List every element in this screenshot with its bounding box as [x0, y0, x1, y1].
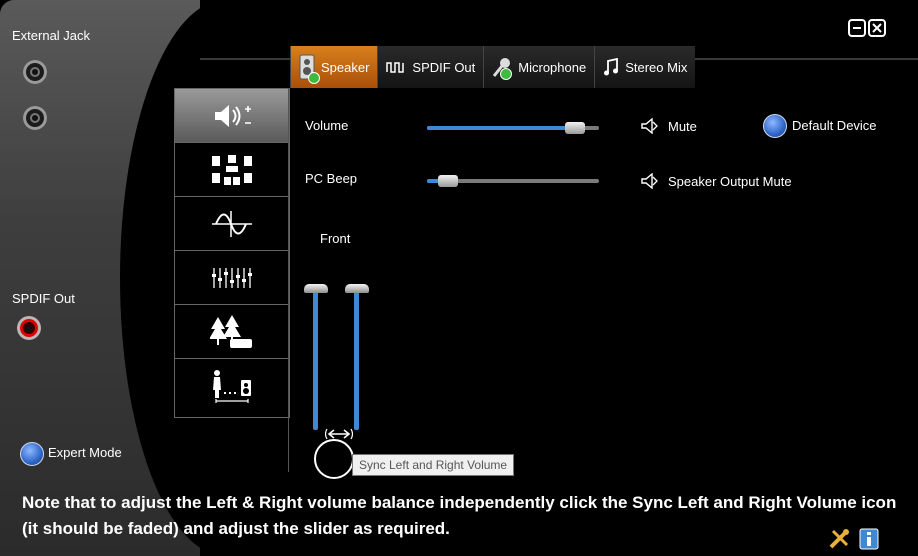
room-correction-tab[interactable]	[175, 359, 289, 413]
settings-tools-icon[interactable]	[828, 528, 850, 550]
external-jack-2[interactable]	[23, 106, 47, 130]
tab-spdif-out-label: SPDIF Out	[412, 59, 476, 75]
default-device-radio[interactable]	[763, 114, 787, 138]
front-right-slider-thumb[interactable]	[345, 284, 369, 293]
waveform-icon	[212, 210, 252, 237]
instruction-note: Note that to adjust the Left & Right vol…	[22, 493, 897, 538]
front-left-slider[interactable]	[313, 290, 318, 430]
close-button[interactable]	[868, 19, 886, 37]
speaker-output-mute-toggle[interactable]: Speaker Output Mute	[640, 173, 792, 189]
sound-effects-tab[interactable]	[175, 197, 289, 251]
volume-slider[interactable]	[427, 122, 599, 134]
expert-mode-radio[interactable]	[20, 442, 44, 466]
front-right-slider[interactable]	[354, 290, 359, 430]
front-label: Front	[320, 231, 351, 246]
speaker-mute-icon	[641, 173, 658, 189]
speaker-output-mute-label: Speaker Output Mute	[668, 173, 792, 189]
spdif-out-jack[interactable]	[17, 316, 41, 340]
audio-manager-window: External Jack SPDIF Out Expert Mode Spea…	[0, 0, 918, 556]
listener-distance-icon	[213, 370, 251, 403]
mute-toggle[interactable]: Mute	[640, 118, 697, 134]
volume-tab[interactable]	[175, 89, 289, 143]
info-icon[interactable]	[859, 528, 879, 550]
default-device-label: Default Device	[792, 118, 877, 133]
tab-microphone[interactable]: Microphone	[483, 46, 595, 88]
spdif-out-label: SPDIF Out	[12, 291, 75, 306]
volume-slider-fill	[427, 126, 575, 130]
equalizer-tab[interactable]	[175, 251, 289, 305]
tab-speaker[interactable]: Speaker	[290, 46, 378, 88]
minimize-button[interactable]	[848, 19, 866, 37]
tab-microphone-label: Microphone	[518, 59, 587, 75]
speaker-icon	[299, 54, 320, 84]
speaker-settings-panel	[288, 88, 918, 472]
external-jack-1[interactable]	[23, 60, 47, 84]
speaker-config-tab[interactable]	[175, 143, 289, 197]
environment-tab[interactable]	[175, 305, 289, 359]
feature-tabs	[174, 88, 290, 418]
sync-highlight-circle	[314, 439, 354, 479]
tab-stereo-mix[interactable]: Stereo Mix	[594, 46, 696, 88]
volume-slider-thumb[interactable]	[565, 122, 585, 134]
pc-beep-label: PC Beep	[305, 171, 358, 186]
close-icon	[872, 23, 882, 33]
speaker-array-icon	[212, 154, 252, 185]
device-tabs: Speaker SPDIF Out Microphone Stereo Mix	[290, 46, 696, 88]
speaker-volume-icon	[215, 104, 251, 127]
expert-mode-label: Expert Mode	[48, 445, 122, 460]
speaker-mute-icon	[641, 118, 658, 134]
music-note-icon	[604, 58, 619, 76]
mute-label: Mute	[668, 118, 697, 134]
tab-stereo-mix-label: Stereo Mix	[625, 59, 688, 75]
spdif-wave-icon	[386, 62, 405, 73]
equalizer-icon	[212, 267, 252, 288]
front-right-slider-fill	[354, 290, 359, 430]
tab-speaker-label: Speaker	[321, 59, 370, 75]
front-left-slider-fill	[313, 290, 318, 430]
tab-spdif-out[interactable]: SPDIF Out	[377, 46, 484, 88]
volume-label: Volume	[305, 118, 349, 133]
minimize-icon	[853, 27, 861, 29]
front-left-slider-thumb[interactable]	[304, 284, 328, 293]
room-environment-icon	[210, 314, 252, 348]
external-jack-label: External Jack	[12, 28, 91, 43]
sync-tooltip: Sync Left and Right Volume	[352, 454, 515, 476]
microphone-icon	[492, 56, 513, 80]
pc-beep-slider-thumb[interactable]	[438, 175, 458, 187]
jack-panel	[0, 0, 230, 556]
pc-beep-slider[interactable]	[427, 175, 599, 187]
